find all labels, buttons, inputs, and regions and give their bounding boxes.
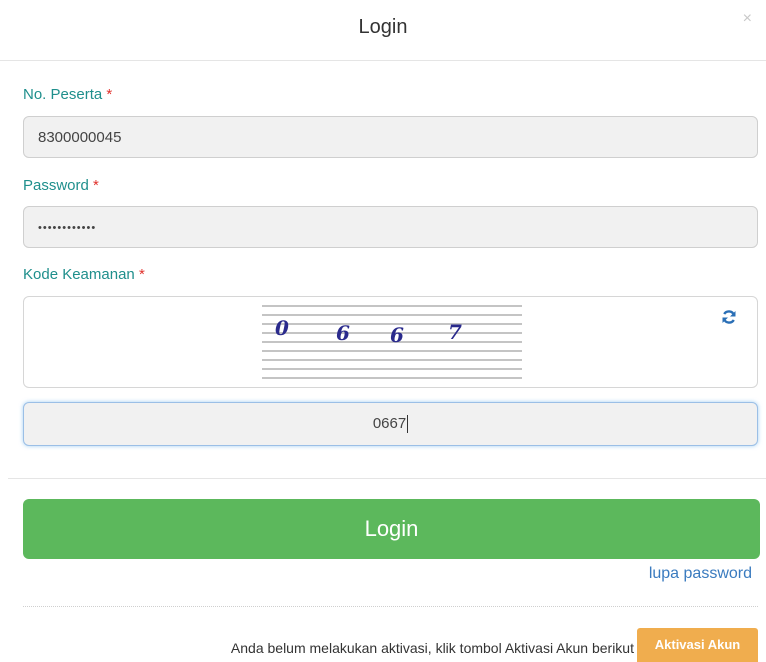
modal-title: Login xyxy=(358,16,408,38)
password-label-text: Password xyxy=(23,177,89,194)
required-marker: * xyxy=(106,86,113,103)
peserta-label: No. Peserta * xyxy=(23,86,112,103)
divider xyxy=(23,606,758,607)
captcha-input[interactable]: 0667 xyxy=(23,402,758,446)
kode-label-text: Kode Keamanan xyxy=(23,266,135,283)
captcha-image: 0 6 6 7 xyxy=(262,305,522,379)
aktivasi-info-text: Anda belum melakukan aktivasi, klik tomb… xyxy=(230,640,634,656)
login-button[interactable]: Login xyxy=(23,499,760,559)
kode-label: Kode Keamanan * xyxy=(23,266,145,283)
lupa-password-link[interactable]: lupa password xyxy=(649,565,752,583)
captcha-digit: 0 xyxy=(275,316,289,340)
password-label: Password * xyxy=(23,177,99,194)
captcha-digit: 6 xyxy=(390,323,404,347)
peserta-label-text: No. Peserta xyxy=(23,86,103,103)
refresh-icon[interactable] xyxy=(721,309,737,325)
aktivasi-akun-button[interactable]: Aktivasi Akun xyxy=(637,628,758,662)
captcha-box: 0 6 6 7 xyxy=(23,296,758,388)
password-value: •••••••••••• xyxy=(38,222,97,234)
close-icon[interactable]: × xyxy=(743,10,752,28)
login-modal: Login × No. Peserta * Password * •••••••… xyxy=(0,0,766,662)
modal-header: Login × xyxy=(0,0,766,61)
required-marker: * xyxy=(138,266,145,283)
required-marker: * xyxy=(93,177,99,194)
peserta-input[interactable] xyxy=(23,116,758,158)
divider xyxy=(8,478,766,479)
password-input[interactable]: •••••••••••• xyxy=(23,206,758,248)
captcha-digit: 7 xyxy=(448,320,462,344)
captcha-input-value: 0667 xyxy=(372,415,407,432)
captcha-digit: 6 xyxy=(336,321,350,345)
text-caret xyxy=(407,415,409,434)
